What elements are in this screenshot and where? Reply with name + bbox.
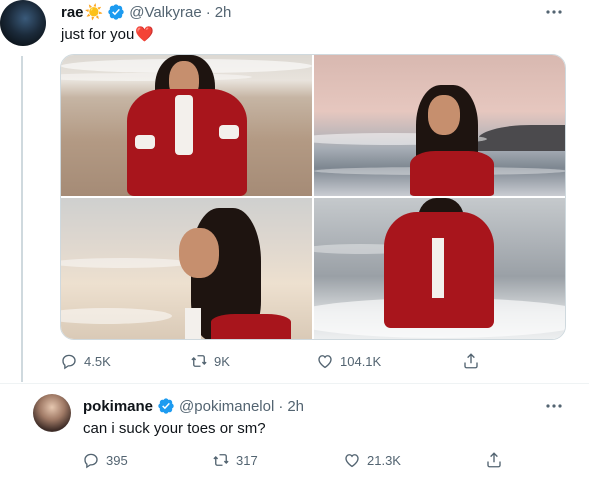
more-options-button[interactable] — [544, 2, 564, 22]
reply-reply-button[interactable]: 395 — [82, 451, 128, 469]
retweet-icon — [213, 454, 229, 466]
reply-button[interactable]: 4.5K — [60, 352, 111, 370]
share-button[interactable] — [462, 352, 480, 370]
reply-author-name[interactable]: pokimane — [83, 398, 153, 415]
media-grid — [60, 54, 566, 340]
reply-count: 4.5K — [84, 353, 111, 369]
more-horizontal-icon — [546, 404, 562, 408]
author-name[interactable]: rae — [61, 4, 84, 21]
photo-2[interactable] — [314, 55, 565, 196]
reply-icon — [62, 354, 76, 370]
photo-3[interactable] — [61, 198, 312, 339]
more-horizontal-icon — [546, 10, 562, 14]
reply-author-handle[interactable]: @pokimanelol — [179, 398, 274, 415]
timestamp[interactable]: 2h — [215, 4, 232, 21]
reply-timestamp[interactable]: 2h — [287, 398, 304, 415]
reply-icon — [84, 453, 98, 469]
reply-header: pokimane @pokimanelol · 2h — [83, 396, 304, 416]
reply-more-options-button[interactable] — [544, 396, 564, 416]
heart-emoji: ❤️ — [135, 26, 155, 43]
reply-like-count: 21.3K — [367, 452, 401, 468]
tweet-text-body: just for you — [61, 25, 135, 43]
tweet-divider — [0, 383, 589, 384]
share-icon — [487, 452, 501, 468]
verified-badge-icon — [108, 4, 124, 20]
tweet-text: just for you ❤️ — [61, 25, 155, 44]
sun-emoji: ☀️ — [84, 3, 104, 21]
avatar[interactable] — [0, 0, 46, 46]
tweet-header: rae ☀️ @Valkyrae · 2h — [61, 2, 231, 22]
thread-connector-line — [21, 56, 23, 382]
verified-badge-icon — [158, 398, 174, 414]
separator-dot: · — [205, 3, 211, 21]
retweet-button[interactable]: 9K — [190, 352, 230, 370]
separator-dot: · — [278, 397, 284, 415]
reply-text-body: can i suck your toes or sm? — [83, 420, 266, 437]
retweet-icon — [191, 355, 207, 367]
like-icon — [345, 454, 359, 468]
photo-4[interactable] — [314, 198, 565, 339]
reply-retweet-button[interactable]: 317 — [212, 451, 258, 469]
reply-avatar[interactable] — [33, 394, 71, 432]
photo-1[interactable] — [61, 55, 312, 196]
like-count: 104.1K — [340, 353, 382, 369]
retweet-count: 9K — [214, 353, 230, 369]
share-icon — [464, 353, 478, 369]
like-button[interactable]: 104.1K — [316, 352, 381, 370]
reply-retweet-count: 317 — [236, 452, 258, 468]
reply-reply-count: 395 — [106, 452, 128, 468]
reply-share-button[interactable] — [485, 451, 503, 469]
reply-text: can i suck your toes or sm? — [83, 420, 266, 437]
like-icon — [318, 355, 332, 369]
author-handle[interactable]: @Valkyrae — [129, 4, 201, 21]
reply-like-button[interactable]: 21.3K — [343, 451, 401, 469]
